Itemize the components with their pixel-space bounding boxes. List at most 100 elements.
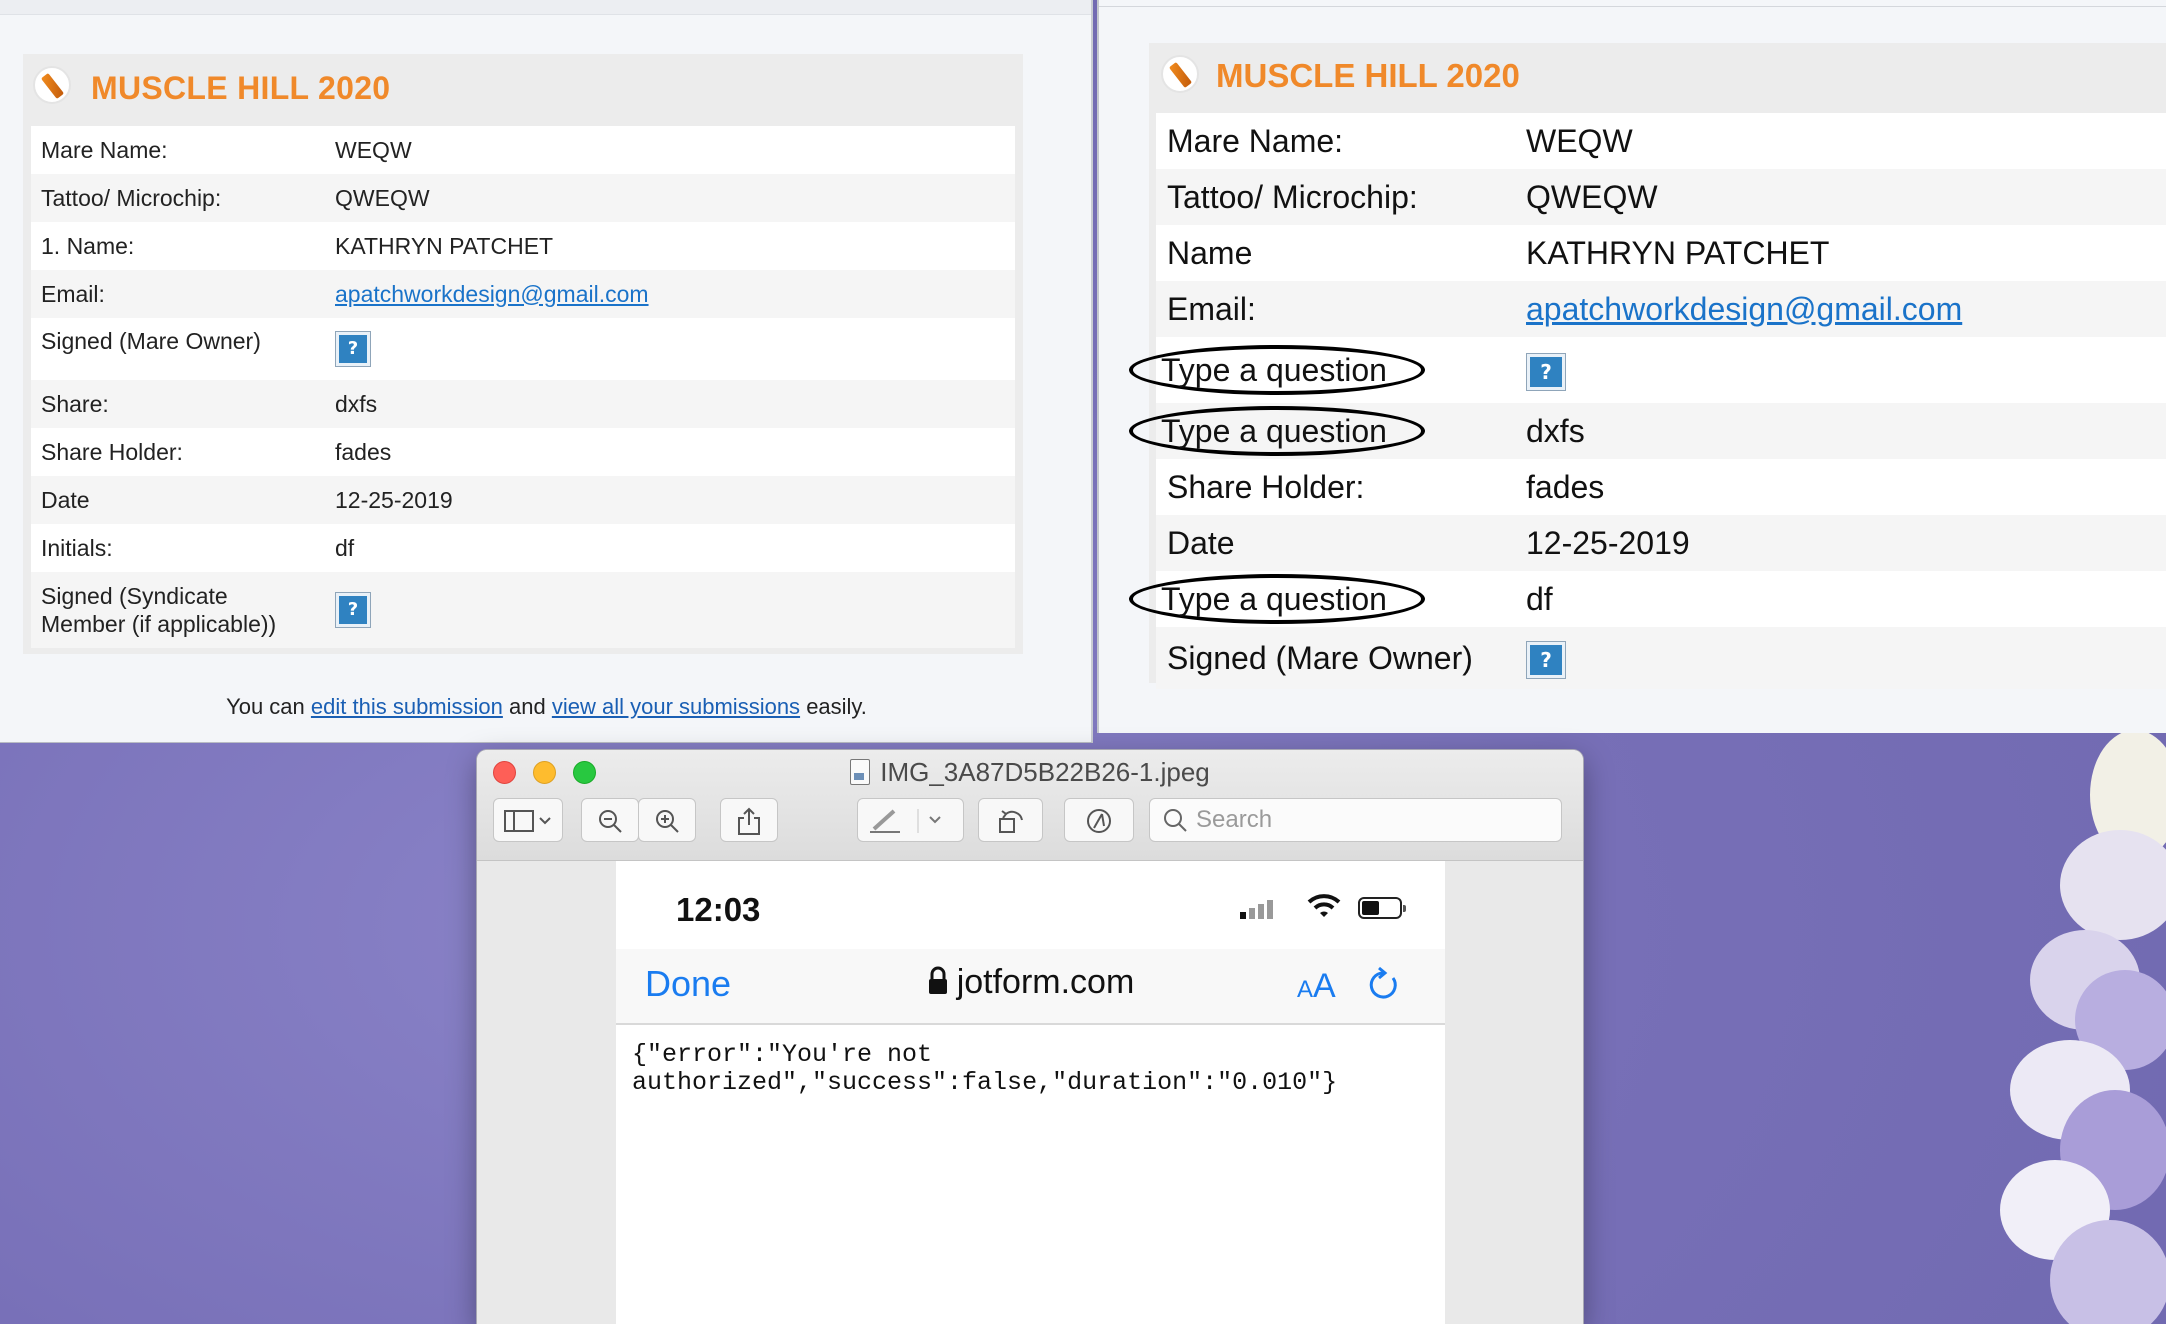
row-label: Type a question xyxy=(1129,571,1526,627)
row-value: df xyxy=(335,524,1015,572)
row-label: Share Holder: xyxy=(31,428,335,476)
row-value: dxfs xyxy=(1526,403,2166,459)
jotform-pen-logo-icon xyxy=(33,66,71,104)
row-label: Date xyxy=(31,476,335,524)
row-value: df xyxy=(1526,571,2166,627)
lock-icon xyxy=(928,966,947,994)
right-window-topline xyxy=(1099,6,2166,7)
submission-footer: You can edit this submission and view al… xyxy=(0,694,1093,720)
zoom-out-button[interactable] xyxy=(581,798,639,842)
left-window-topstrip xyxy=(0,0,1091,15)
table-row: Signed (Mare Owner) ? xyxy=(1156,627,2166,689)
rotate-icon xyxy=(998,809,1023,833)
row-value: fades xyxy=(335,428,1015,476)
share-button[interactable] xyxy=(720,798,778,842)
sidebar-toggle-button[interactable] xyxy=(493,798,563,842)
rotate-button[interactable] xyxy=(978,798,1043,842)
zoom-in-button[interactable] xyxy=(638,798,696,842)
row-label: Type a question xyxy=(1129,337,1526,403)
footer-text: You can xyxy=(226,694,305,719)
table-row: Type a question dxfs xyxy=(1129,403,2166,459)
table-row: Share Holder: fades xyxy=(1156,459,2166,515)
row-label: Date xyxy=(1156,515,1526,571)
left-browser-window: MUSCLE HILL 2020 Mare Name: WEQW Tattoo/… xyxy=(0,0,1093,743)
row-label: Tattoo/ Microchip: xyxy=(31,174,335,222)
preview-canvas: 12:03 Done jotform.com AA {"error":"You'… xyxy=(477,861,1583,1324)
markup-pen-button[interactable] xyxy=(857,798,964,842)
email-link[interactable]: apatchworkdesign@gmail.com xyxy=(1526,291,1962,327)
markup-circle-icon xyxy=(1087,808,1111,833)
help-question-icon[interactable]: ? xyxy=(1526,352,1566,391)
jotform-pen-logo-icon xyxy=(1161,55,1199,93)
table-row: Email: apatchworkdesign@gmail.com xyxy=(1156,281,2166,337)
domain-text: jotform.com xyxy=(956,963,1135,1001)
footer-text: and xyxy=(509,694,546,719)
view-submissions-link[interactable]: view all your submissions xyxy=(552,694,800,719)
signal-icon xyxy=(1240,897,1280,919)
row-label: Email: xyxy=(31,270,335,318)
row-label: Signed (Syndicate Member (if applicable)… xyxy=(31,572,335,648)
table-row: Signed (Mare Owner) ? xyxy=(31,318,1015,380)
json-response: {"error":"You're not authorized","success… xyxy=(632,1041,1337,1097)
circled-question-label: Type a question xyxy=(1129,406,1425,456)
table-row: Tattoo/ Microchip: QWEQW xyxy=(1156,169,2166,225)
email-link[interactable]: apatchworkdesign@gmail.com xyxy=(335,281,649,307)
preview-window: IMG_3A87D5B22B26-1.jpeg Search 12:03 Don… xyxy=(477,750,1583,1324)
table-row: Mare Name: WEQW xyxy=(31,126,1015,174)
row-label: Name xyxy=(1156,225,1526,281)
row-label: Share Holder: xyxy=(1156,459,1526,515)
table-row: Type a question df xyxy=(1129,571,2166,627)
json-line: authorized","success":false,"duration":"… xyxy=(632,1068,1338,1097)
help-question-icon[interactable]: ? xyxy=(335,592,371,628)
footer-text: easily. xyxy=(806,694,867,719)
sidebar-icon xyxy=(504,809,551,832)
desktop-flowers xyxy=(1990,720,2166,1324)
left-form-header: MUSCLE HILL 2020 xyxy=(23,54,1023,126)
search-input[interactable]: Search xyxy=(1149,798,1562,842)
table-row: Date 12-25-2019 xyxy=(1156,515,2166,571)
row-value: KATHRYN PATCHET xyxy=(335,222,1015,270)
row-label: Signed (Mare Owner) xyxy=(1156,627,1526,689)
row-label: Mare Name: xyxy=(1156,113,1526,169)
table-row: Date 12-25-2019 xyxy=(31,476,1015,524)
search-placeholder: Search xyxy=(1196,806,1273,833)
circled-question-label: Type a question xyxy=(1129,574,1425,624)
right-form-title: MUSCLE HILL 2020 xyxy=(1216,57,1520,94)
zoom-out-icon xyxy=(599,809,622,833)
help-question-icon[interactable]: ? xyxy=(335,331,371,367)
row-label: Mare Name: xyxy=(31,126,335,174)
table-row: Type a question ? xyxy=(1129,337,2166,403)
wifi-icon xyxy=(1307,894,1341,917)
edit-submission-link[interactable]: edit this submission xyxy=(311,694,503,719)
row-label: Share: xyxy=(31,380,335,428)
row-value: QWEQW xyxy=(1526,169,2166,225)
left-form-card: MUSCLE HILL 2020 Mare Name: WEQW Tattoo/… xyxy=(23,54,1023,654)
reload-icon[interactable] xyxy=(1364,965,1402,1005)
circled-question-label: Type a question xyxy=(1129,345,1425,395)
text-size-button[interactable]: AA xyxy=(1297,967,1336,1006)
safari-navbar: Done jotform.com AA xyxy=(616,949,1445,1025)
image-file-icon xyxy=(850,759,871,785)
row-value: WEQW xyxy=(335,126,1015,174)
row-value: apatchworkdesign@gmail.com xyxy=(335,270,1015,318)
phone-screenshot: 12:03 Done jotform.com AA {"error":"You'… xyxy=(616,861,1445,1324)
table-row: Share: dxfs xyxy=(31,380,1015,428)
row-value: 12-25-2019 xyxy=(1526,515,2166,571)
help-question-icon[interactable]: ? xyxy=(1526,640,1566,679)
table-row: Mare Name: WEQW xyxy=(1156,113,2166,169)
row-label: 1. Name: xyxy=(31,222,335,270)
right-browser-window: MUSCLE HILL 2020 Mare Name: WEQW Tattoo/… xyxy=(1097,0,2166,733)
preview-title: IMG_3A87D5B22B26-1.jpeg xyxy=(477,757,1583,788)
row-label: Tattoo/ Microchip: xyxy=(1156,169,1526,225)
right-submission-table: Mare Name: WEQW Tattoo/ Microchip: QWEQW… xyxy=(1129,113,2166,689)
row-label-line: Member (if applicable)) xyxy=(41,611,277,637)
markup-toolbar-button[interactable] xyxy=(1064,798,1134,842)
table-row: Name KATHRYN PATCHET xyxy=(1156,225,2166,281)
table-row: Initials: df xyxy=(31,524,1015,572)
row-label: Email: xyxy=(1156,281,1526,337)
row-value: fades xyxy=(1526,459,2166,515)
table-row: Email: apatchworkdesign@gmail.com xyxy=(31,270,1015,318)
row-value: dxfs xyxy=(335,380,1015,428)
file-name: IMG_3A87D5B22B26-1.jpeg xyxy=(880,757,1210,787)
row-value: ? xyxy=(335,318,1015,380)
